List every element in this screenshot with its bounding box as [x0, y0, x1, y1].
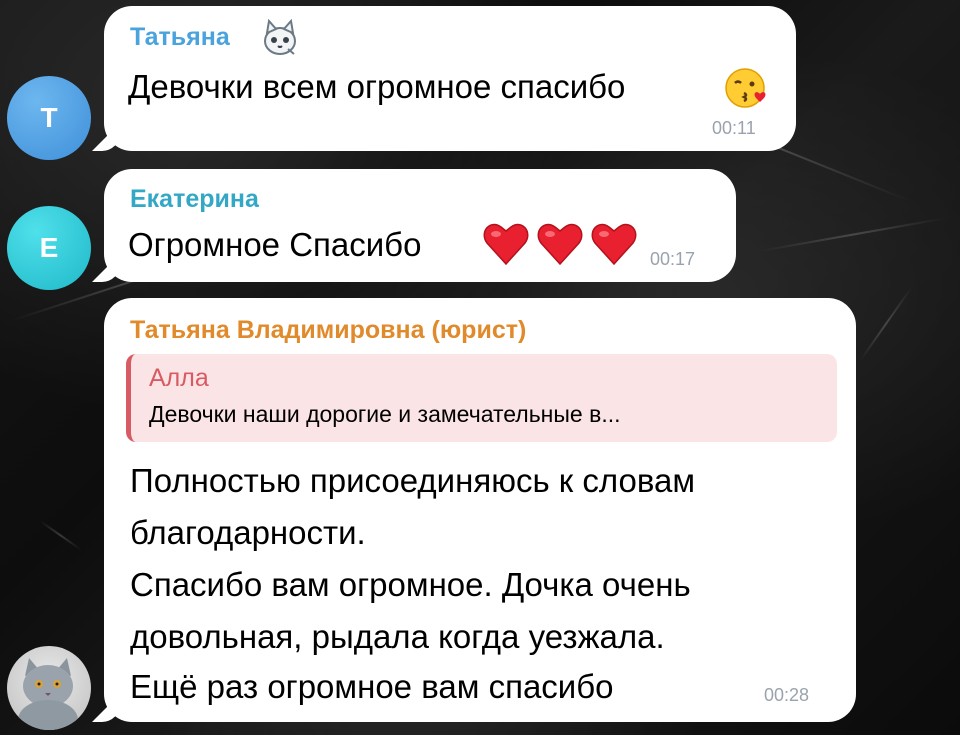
bubble-tail — [92, 254, 120, 282]
red-heart-icon — [536, 221, 584, 272]
sender-name[interactable]: Татьяна Владимировна (юрист) — [130, 316, 526, 345]
sender-name[interactable]: Татьяна — [130, 23, 230, 52]
reply-text: Девочки наши дорогие и замечательные в..… — [149, 401, 621, 427]
background-crease — [859, 286, 913, 362]
message-bubble[interactable]: Татьяна Девочки всем огромное спасибо 00… — [92, 6, 796, 151]
sender-name[interactable]: Екатерина — [130, 185, 259, 214]
red-heart-icon — [590, 221, 638, 272]
avatar-letter: Т — [40, 102, 58, 133]
message-line: благодарности. — [130, 514, 366, 551]
message-time: 00:11 — [712, 118, 756, 138]
message-time: 00:28 — [764, 685, 810, 705]
message-line: Ещё раз огромное вам спасибо — [130, 668, 614, 705]
message-line: довольная, рыдала когда уезжала. — [130, 618, 665, 655]
cat-photo-icon — [18, 658, 78, 730]
reply-quote[interactable]: Алла Девочки наши дорогие и замечательны… — [126, 354, 837, 442]
background-crease — [759, 217, 948, 252]
cat-sticker-icon — [260, 18, 300, 62]
message-line: Спасибо вам огромное. Дочка очень — [130, 566, 691, 603]
message-text: Огромное Спасибо — [128, 226, 422, 263]
avatar-ekaterina[interactable]: Е — [7, 206, 91, 290]
bubble-tail — [92, 694, 120, 722]
bubble-tail — [92, 123, 120, 151]
reply-sender-name: Алла — [149, 364, 209, 392]
red-heart-icon — [482, 221, 530, 272]
message-bubble[interactable]: Татьяна Владимировна (юрист) Алла Девочк… — [92, 298, 856, 722]
message-text: Девочки всем огромное спасибо — [128, 68, 626, 105]
background-crease — [39, 520, 82, 551]
message-time: 00:17 — [650, 249, 696, 269]
kissing-face-icon — [724, 64, 770, 115]
message-line: Полностью присоединяюсь к словам — [130, 462, 696, 499]
avatar-tatyana[interactable]: Т — [7, 76, 91, 160]
message-bubble[interactable]: Екатерина Огромное Спасибо 00:17 — [92, 169, 736, 282]
avatar-letter: Е — [39, 232, 59, 263]
avatar-cat-photo[interactable] — [7, 646, 91, 730]
